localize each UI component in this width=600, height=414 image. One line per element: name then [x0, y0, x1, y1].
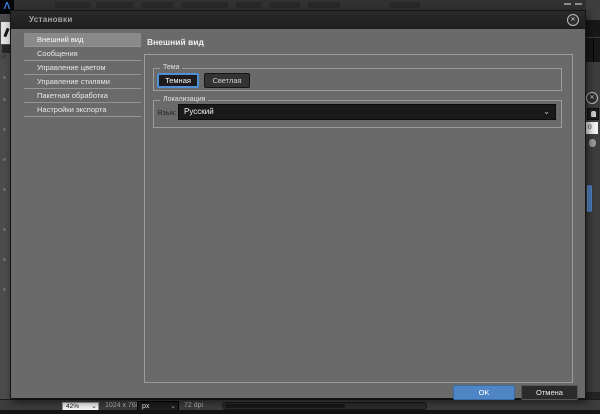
- ok-button[interactable]: OK: [453, 385, 515, 400]
- dialog-title: Установки: [29, 15, 73, 24]
- menubar-fragment: [308, 2, 340, 8]
- panel-divider: [593, 38, 594, 62]
- sidebar-item-export-settings[interactable]: Настройки экспорта: [24, 103, 141, 117]
- hand-icon: [591, 111, 596, 117]
- panel-tool-icon[interactable]: [587, 108, 599, 120]
- tool-icon: [3, 128, 6, 131]
- settings-nav: Внешний вид Сообщения Управление цветом …: [24, 33, 141, 117]
- zoom-level-value: 42%: [66, 403, 79, 410]
- horizontal-scrollbar-thumb[interactable]: [225, 404, 345, 408]
- tool-icon: [3, 76, 6, 79]
- panel-swatch-fragment: [586, 20, 600, 37]
- background-right-panel: ✕ 0: [586, 0, 600, 414]
- settings-dialog: Установки ✕ Внешний вид Сообщения Управл…: [10, 10, 586, 399]
- menubar-fragment: [142, 2, 174, 8]
- theme-light-button[interactable]: Светлая: [204, 73, 250, 88]
- language-label: Язык:: [157, 108, 177, 117]
- panel-scrollbar-thumb[interactable]: [587, 185, 592, 212]
- tool-icon: [3, 98, 6, 101]
- menubar-fragment: [236, 2, 262, 8]
- theme-group-label: Тема: [160, 64, 182, 71]
- dpi-label: 72 dpi: [184, 402, 203, 409]
- document-size-label: 1024 x 768: [105, 402, 140, 409]
- tool-icon: [3, 228, 6, 231]
- window-restore-icon[interactable]: [575, 3, 582, 5]
- horizontal-scrollbar[interactable]: [222, 402, 427, 410]
- units-value: px: [142, 403, 149, 410]
- localization-group-label: Локализация: [160, 96, 208, 103]
- theme-dark-button[interactable]: Темная: [157, 73, 199, 88]
- background-panel-label: И: [1, 54, 6, 61]
- menubar-fragment: [55, 2, 90, 8]
- panel-knob-icon: [589, 139, 596, 147]
- dialog-close-icon[interactable]: ✕: [567, 14, 579, 26]
- dialog-titlebar[interactable]: Установки ✕: [11, 11, 585, 29]
- menubar-fragment: [96, 2, 134, 8]
- panel-value-spinner[interactable]: 0: [586, 122, 598, 134]
- cancel-button[interactable]: Отмена: [521, 385, 578, 400]
- tool-icon: [3, 288, 6, 291]
- sidebar-item-appearance[interactable]: Внешний вид: [24, 33, 141, 47]
- sidebar-item-style-management[interactable]: Управление стилями: [24, 75, 141, 89]
- window-minimize-icon[interactable]: [564, 3, 571, 5]
- sidebar-item-batch-processing[interactable]: Пакетная обработка: [24, 89, 141, 103]
- sidebar-item-messages[interactable]: Сообщения: [24, 47, 141, 61]
- tool-icon: [3, 258, 6, 261]
- menubar-fragment: [182, 2, 228, 8]
- menubar-fragment: [270, 2, 300, 8]
- chevron-down-icon: ⌄: [543, 106, 550, 118]
- page-title: Внешний вид: [147, 37, 204, 47]
- language-value: Русский: [184, 107, 214, 116]
- panel-close-icon[interactable]: ✕: [586, 92, 598, 104]
- tool-icon: [3, 158, 6, 161]
- menubar-fragment: [390, 2, 420, 8]
- language-dropdown[interactable]: Русский ⌄: [178, 104, 556, 120]
- sidebar-item-color-management[interactable]: Управление цветом: [24, 61, 141, 75]
- tool-icon: [3, 188, 6, 191]
- window-bottom-edge: [0, 410, 600, 414]
